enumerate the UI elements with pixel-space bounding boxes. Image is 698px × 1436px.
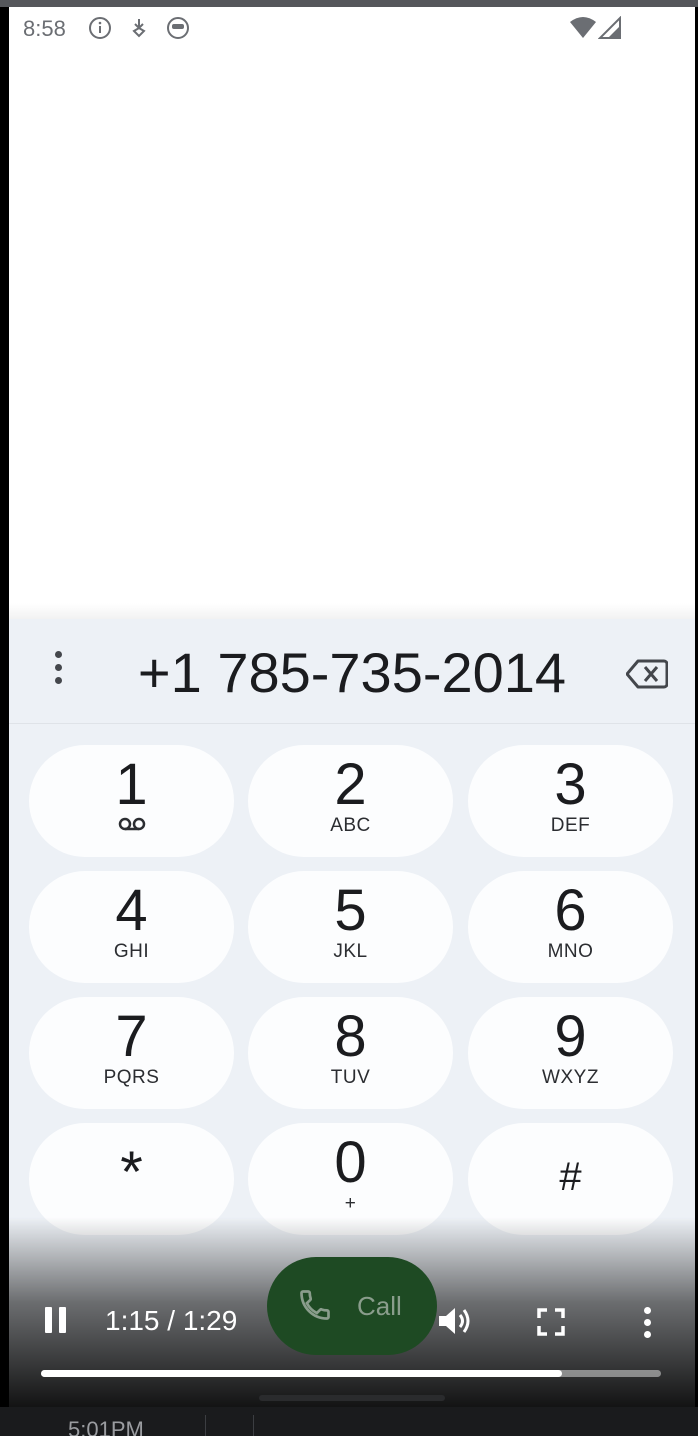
pause-icon[interactable]: [45, 1307, 67, 1333]
key-letters: JKL: [333, 941, 368, 962]
divider: [205, 1415, 206, 1436]
key-letters: PQRS: [103, 1067, 160, 1088]
cell-signal-icon: [598, 16, 622, 40]
key-digit: 5: [334, 878, 367, 943]
key-digit: #: [559, 1155, 582, 1199]
key-digit: 8: [334, 1004, 367, 1069]
nav-handle: [259, 1395, 445, 1401]
video-time: 1:15 / 1:29: [105, 1305, 238, 1336]
key-digit: 7: [115, 1004, 148, 1069]
dialed-number: +1 785-735-2014: [137, 641, 567, 704]
phone-screen: 8:58 +1 785-735-2014 1 2 ABC 3 DEF 4 GHI…: [9, 7, 695, 1407]
dial-key-2[interactable]: 2 ABC: [248, 745, 453, 857]
key-digit: 6: [554, 878, 587, 943]
video-progress-fill: [41, 1370, 562, 1377]
bottom-time: 5:01PM: [68, 1417, 144, 1436]
video-progress-track[interactable]: [41, 1370, 661, 1377]
more-vert-icon[interactable]: [43, 651, 73, 695]
dial-key-5[interactable]: 5 JKL: [248, 871, 453, 983]
dial-key-9[interactable]: 9 WXYZ: [468, 997, 673, 1109]
key-letters: +: [344, 1193, 357, 1214]
dial-key-8[interactable]: 8 TUV: [248, 997, 453, 1109]
call-button[interactable]: Call: [267, 1257, 437, 1355]
key-digit: 2: [334, 752, 367, 817]
key-digit: 9: [554, 1004, 587, 1069]
dial-key-3[interactable]: 3 DEF: [468, 745, 673, 857]
key-letters: MNO: [547, 941, 594, 962]
phone-icon: [300, 1290, 330, 1320]
volume-icon[interactable]: [437, 1305, 473, 1337]
divider: [253, 1415, 254, 1436]
key-digit: 3: [554, 752, 587, 817]
divider: [9, 723, 695, 724]
key-letters: GHI: [113, 941, 150, 962]
call-label: Call: [357, 1291, 402, 1321]
backspace-icon[interactable]: [625, 659, 669, 689]
key-digit: *: [120, 1140, 143, 1205]
key-digit: 0: [334, 1130, 367, 1195]
dial-key-6[interactable]: 6 MNO: [468, 871, 673, 983]
key-digit: 4: [115, 878, 148, 943]
info-icon: [88, 16, 112, 40]
dial-key-1[interactable]: 1: [29, 745, 234, 857]
dial-key-7[interactable]: 7 PQRS: [29, 997, 234, 1109]
window-top-bar: [0, 0, 698, 7]
voicemail-icon: [118, 817, 145, 831]
wifi-icon: [568, 16, 598, 40]
fullscreen-icon[interactable]: [536, 1307, 566, 1337]
download-icon: [127, 16, 151, 40]
bottom-strip: 5:01PM: [0, 1407, 698, 1436]
key-letters: WXYZ: [542, 1067, 599, 1088]
video-more-vert-icon[interactable]: [637, 1307, 657, 1341]
status-time: 8:58: [23, 16, 66, 41]
dial-key-4[interactable]: 4 GHI: [29, 871, 234, 983]
dialer-shadow: [9, 603, 695, 619]
key-letters: DEF: [550, 815, 591, 836]
face-icon: [166, 16, 190, 40]
key-digit: 1: [115, 752, 148, 817]
key-letters: TUV: [330, 1067, 371, 1088]
key-letters: ABC: [330, 815, 371, 836]
